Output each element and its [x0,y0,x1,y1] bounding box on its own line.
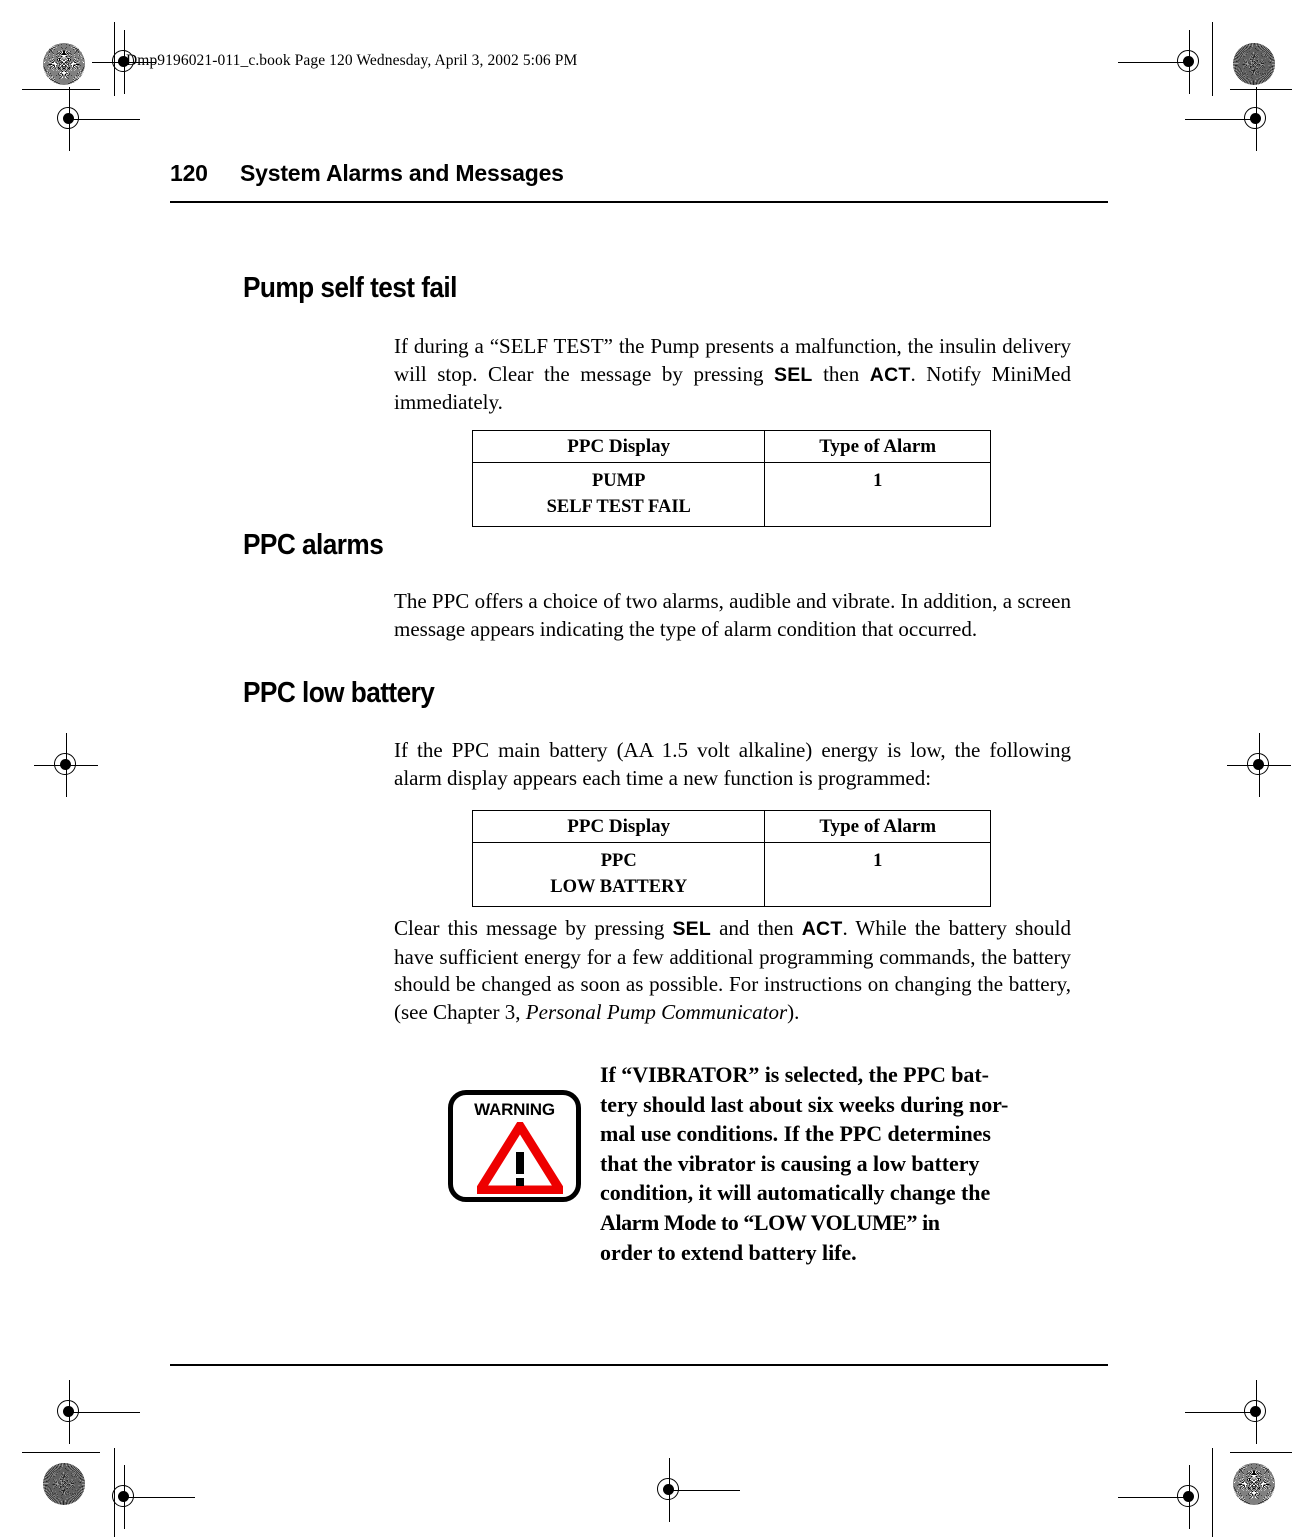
registration-crosshair-top-left [50,87,140,151]
column-header-type-of-alarm: Type of Alarm [764,810,991,843]
trim-line-top-right-horizontal [1230,89,1292,91]
alarm-table-ppc-low-battery: PPC Display Type of Alarm PPC LOW BATTER… [471,810,991,907]
warning-icon-label: WARNING [474,1100,555,1119]
table-row: PPC LOW BATTERY 1 [471,842,991,907]
cell-alarm-type: 1 [764,462,991,527]
footer-rule [170,1364,1108,1366]
trim-line-top-left-horizontal [22,89,100,91]
registration-crosshair-middle-right [1227,733,1291,797]
registration-crosshair-upper-right [1185,87,1275,151]
heading-pump-self-test-fail: Pump self test fail [243,272,457,304]
trim-line-bottom-left-horizontal [22,1452,100,1454]
table-header-row: PPC Display Type of Alarm [471,430,991,463]
registration-rosette-bottom-left [43,1463,85,1505]
registration-crosshair-bottom-center [650,1458,740,1522]
paragraph-clear-message: Clear this message by pressing SEL and t… [394,916,1071,1024]
warning-icon: WARNING [448,1090,581,1202]
running-head: 120 System Alarms and Messages [170,160,1110,187]
registration-crosshair-middle-left [34,733,98,797]
registration-rosette-bottom-right [1233,1463,1275,1505]
document-page: Dmp9196021-011_c.book Page 120 Wednesday… [0,0,1312,1537]
warning-triangle-icon [471,1117,569,1199]
trim-line-bottom-right-horizontal [1230,1452,1292,1454]
page-number: 120 [170,160,208,186]
running-head-title: System Alarms and Messages [240,160,564,186]
trim-line-top-right-vertical [1212,22,1214,96]
paragraph-ppc-low-battery: If the PPC main battery (AA 1.5 volt alk… [394,738,1071,790]
header-rule [170,201,1108,203]
display-line-1: PPC [600,851,637,871]
cell-ppc-display: PPC LOW BATTERY [471,842,766,907]
warning-line: condition, it will automatically change … [600,1180,991,1206]
registration-crosshair-bottom-left [50,1380,140,1444]
heading-ppc-alarms: PPC alarms [243,529,384,561]
display-line-2: SELF TEST FAIL [546,497,691,517]
column-header-ppc-display: PPC Display [471,430,766,463]
registration-rosette-top-right [1233,43,1275,85]
warning-line: that the vibrator is causing a low batte… [600,1150,980,1176]
trim-line-bottom-right-vertical [1212,1448,1214,1537]
warning-line: mal use conditions. If the PPC determine… [600,1121,991,1147]
warning-line: Alarm Mode to “LOW VOLUME” in [600,1209,940,1235]
registration-crosshair-bottom-inner-right [1118,1465,1208,1529]
table-row: PUMP SELF TEST FAIL 1 [471,462,991,527]
registration-crosshair-bottom-right [1185,1380,1275,1444]
book-file-header: Dmp9196021-011_c.book Page 120 Wednesday… [126,52,578,69]
registration-crosshair-top-right [1118,30,1208,94]
warning-line: If “VIBRATOR” is selected, the PPC bat- [600,1062,989,1087]
registration-crosshair-bottom-inner-left [105,1465,195,1529]
cell-alarm-type: 1 [764,842,991,907]
warning-line: order to extend battery life. [600,1239,857,1265]
display-line-1: PUMP [591,471,646,491]
registration-rosette-top-left [43,43,85,85]
paragraph-pump-self-test-fail: If during a “SELF TEST” the Pump present… [394,334,1071,414]
paragraph-ppc-alarms: The PPC offers a choice of two alarms, a… [394,589,1071,641]
table-header-row: PPC Display Type of Alarm [471,810,991,843]
alarm-table-pump-self-test: PPC Display Type of Alarm PUMP SELF TEST… [471,430,991,527]
cell-ppc-display: PUMP SELF TEST FAIL [471,462,766,527]
warning-text: If “VIBRATOR” is selected, the PPC bat- … [600,1060,1090,1267]
display-line-2: LOW BATTERY [550,877,688,897]
column-header-ppc-display: PPC Display [471,810,766,843]
warning-line: tery should last about six weeks during … [600,1091,1009,1117]
column-header-type-of-alarm: Type of Alarm [764,430,991,463]
heading-ppc-low-battery: PPC low battery [243,677,435,709]
